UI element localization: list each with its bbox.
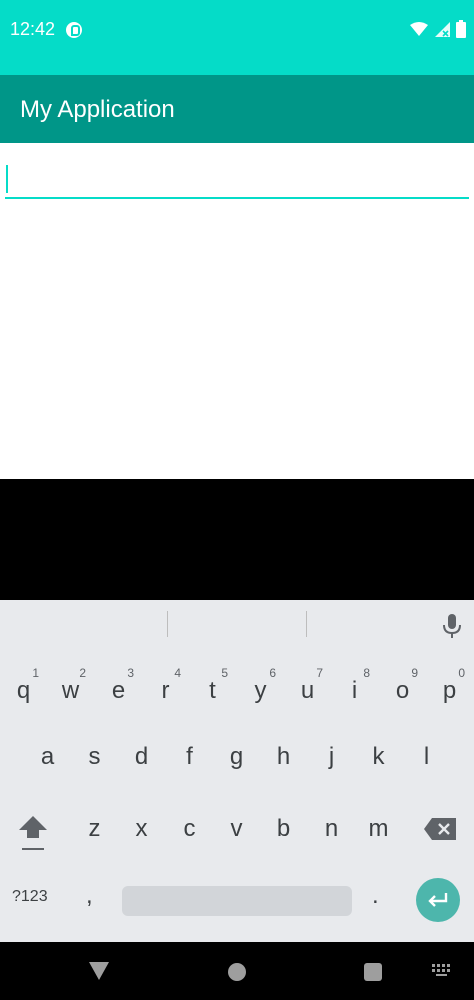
key-g[interactable]: g [213,728,260,786]
key-h[interactable]: h [260,728,307,786]
key-s[interactable]: s [71,728,118,786]
wifi-icon [410,22,428,36]
key-k[interactable]: k [355,728,402,786]
status-icons [410,17,466,41]
battery-icon [456,20,466,38]
key-p[interactable]: 0 p [426,662,473,720]
key-b[interactable]: b [260,800,307,858]
period-key[interactable]: . [372,882,379,910]
key-t[interactable]: 5 t [189,662,236,720]
key-label: w [61,677,80,704]
key-w[interactable]: 2 w [47,662,94,720]
key-label: o [395,677,410,704]
keyboard-switch-icon[interactable] [432,964,452,978]
symbols-key[interactable]: ?123 [12,888,48,906]
key-u[interactable]: 7 u [284,662,331,720]
empty-black-region [0,479,474,600]
key-hint: 6 [269,666,276,680]
key-hint: 3 [127,666,134,680]
space-key[interactable] [122,886,352,916]
key-hint: 9 [411,666,418,680]
key-y[interactable]: 6 y [237,662,284,720]
key-x[interactable]: x [118,800,165,858]
key-m[interactable]: m [355,800,402,858]
key-q[interactable]: 1 q [0,662,47,720]
key-label: y [254,677,267,704]
key-n[interactable]: n [308,800,355,858]
key-label: i [351,677,358,704]
content-area [0,143,474,479]
key-l[interactable]: l [403,728,450,786]
key-z[interactable]: z [71,800,118,858]
key-hint: 8 [363,666,370,680]
key-hint: 0 [458,666,465,680]
text-cursor [6,165,8,193]
shift-icon[interactable] [18,814,48,854]
key-d[interactable]: d [118,728,165,786]
key-hint: 4 [174,666,181,680]
key-label: q [16,677,31,704]
enter-icon [428,893,448,907]
backspace-icon[interactable] [424,818,456,840]
key-f[interactable]: f [166,728,213,786]
key-label: u [300,677,315,704]
key-label: e [111,677,126,704]
key-label: p [442,677,457,704]
mic-icon[interactable] [440,612,464,640]
key-hint: 7 [316,666,323,680]
app-notification-icon [66,22,82,38]
suggestion-strip [0,600,474,648]
comma-key[interactable]: , [86,882,93,910]
key-c[interactable]: c [166,800,213,858]
key-r[interactable]: 4 r [142,662,189,720]
key-a[interactable]: a [24,728,71,786]
signal-icon [435,22,450,37]
key-j[interactable]: j [308,728,355,786]
home-icon[interactable] [228,963,246,981]
key-v[interactable]: v [213,800,260,858]
app-bar: My Application [0,75,474,143]
key-hint: 5 [221,666,228,680]
system-nav-bar [0,942,474,1000]
back-icon[interactable] [89,962,109,980]
status-time: 12:42 [10,19,56,39]
key-o[interactable]: 9 o [379,662,426,720]
key-label: t [209,677,216,704]
key-label: r [161,677,170,704]
key-hint: 1 [32,666,39,680]
key-e[interactable]: 3 e [95,662,142,720]
key-row-bottom: ?123 , . [0,870,474,932]
status-bar: 12:42 [0,0,474,75]
text-input[interactable] [5,163,469,199]
app-title: My Application [20,96,175,123]
soft-keyboard: 1 q 2 w 3 e 4 r 5 t 6 y 7 u 8 i 9 o 0 p … [0,600,474,942]
suggestion-divider [306,611,307,637]
key-hint: 2 [79,666,86,680]
recents-icon[interactable] [364,963,382,981]
suggestion-divider [167,611,168,637]
key-i[interactable]: 8 i [331,662,378,720]
enter-button[interactable] [416,878,460,922]
